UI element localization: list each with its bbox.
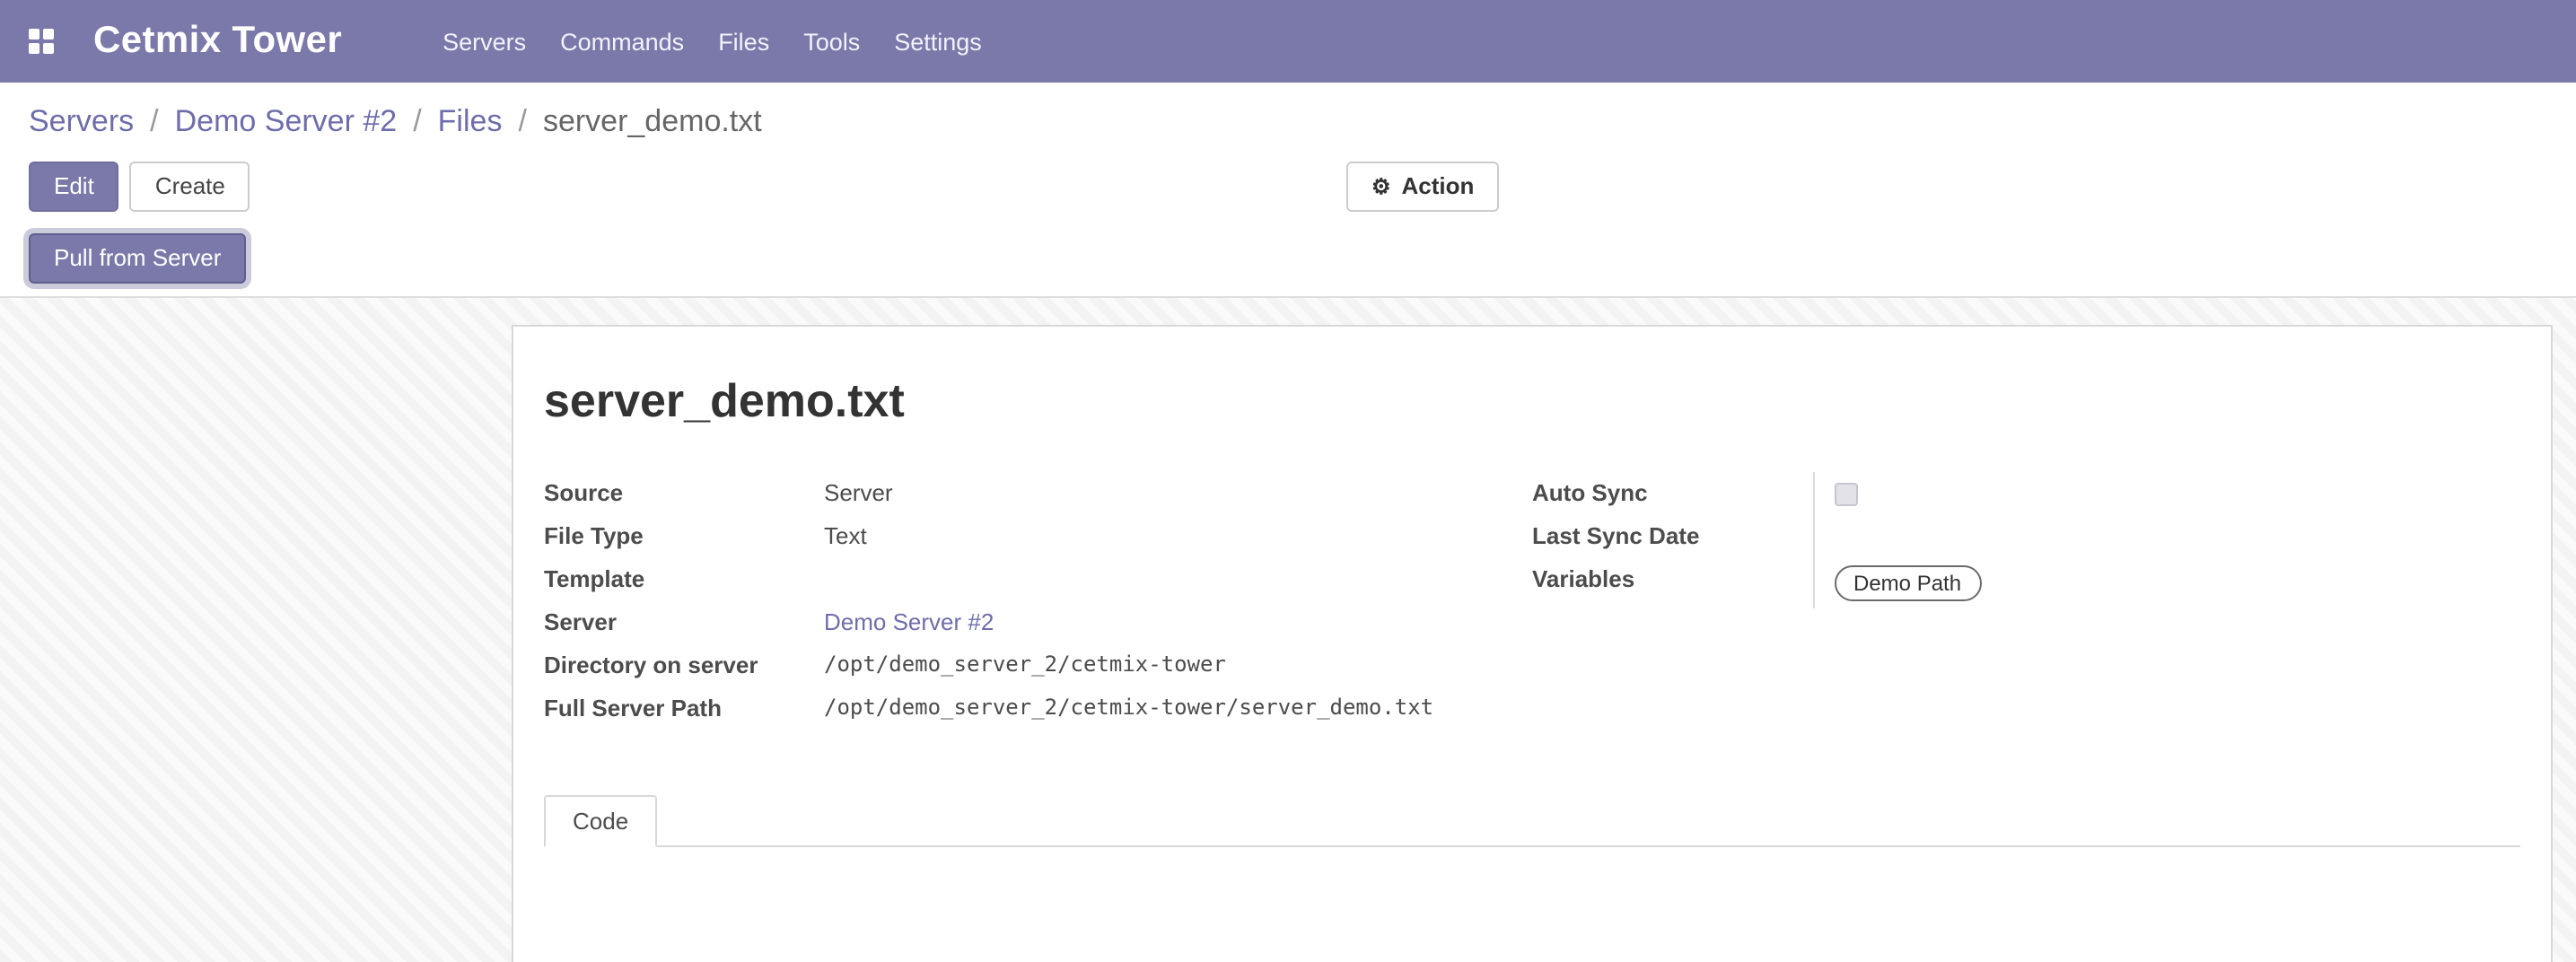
breadcrumb-current: server_demo.txt bbox=[543, 104, 762, 140]
tab-code-content bbox=[544, 847, 2520, 955]
field-value-server: Demo Server #2 bbox=[824, 601, 1532, 644]
breadcrumb-servers[interactable]: Servers bbox=[29, 104, 134, 140]
statusbar: Pull from Server bbox=[0, 221, 2576, 296]
tab-bar: Code bbox=[544, 795, 2520, 847]
field-label-template: Template bbox=[544, 558, 824, 601]
menu-item-files[interactable]: Files bbox=[718, 28, 769, 55]
field-value-file-type: Text bbox=[824, 515, 1532, 558]
apps-grid-square bbox=[43, 29, 54, 39]
field-label-file-type: File Type bbox=[544, 515, 824, 558]
main-menu: Servers Commands Files Tools Settings bbox=[442, 28, 982, 55]
breadcrumb: Servers / Demo Server #2 / Files / serve… bbox=[0, 83, 2576, 162]
field-label-full-path: Full Server Path bbox=[544, 687, 824, 730]
field-value-variables: Demo Path bbox=[1812, 558, 2520, 608]
pull-from-server-button[interactable]: Pull from Server bbox=[29, 233, 246, 284]
form-view-background: server_demo.txt Source Server File Type … bbox=[0, 296, 2576, 962]
field-value-source: Server bbox=[824, 472, 1532, 515]
app-brand[interactable]: Cetmix Tower bbox=[93, 20, 342, 63]
field-label-source: Source bbox=[544, 472, 824, 515]
breadcrumb-demo-server[interactable]: Demo Server #2 bbox=[175, 104, 398, 140]
field-label-server: Server bbox=[544, 601, 824, 644]
breadcrumb-separator: / bbox=[518, 104, 526, 140]
breadcrumb-separator: / bbox=[150, 104, 158, 140]
notebook: Code bbox=[544, 795, 2520, 955]
menu-item-tools[interactable]: Tools bbox=[803, 28, 860, 55]
menu-item-settings[interactable]: Settings bbox=[894, 28, 982, 55]
form-sheet: server_demo.txt Source Server File Type … bbox=[512, 325, 2553, 962]
server-record-link[interactable]: Demo Server #2 bbox=[824, 608, 994, 635]
record-title: server_demo.txt bbox=[544, 373, 2520, 429]
auto-sync-checkbox[interactable] bbox=[1834, 483, 1857, 506]
field-label-auto-sync: Auto Sync bbox=[1532, 472, 1812, 515]
menu-item-commands[interactable]: Commands bbox=[560, 28, 684, 55]
breadcrumb-files[interactable]: Files bbox=[438, 104, 503, 140]
field-groups: Source Server File Type Text Template Se… bbox=[544, 472, 2520, 730]
create-button[interactable]: Create bbox=[130, 162, 250, 212]
field-label-variables: Variables bbox=[1532, 558, 1812, 608]
breadcrumb-separator: / bbox=[413, 104, 421, 140]
apps-grid-icon[interactable] bbox=[29, 29, 54, 54]
app-window: Cetmix Tower Servers Commands Files Tool… bbox=[0, 0, 2576, 962]
field-value-directory: /opt/demo_server_2/cetmix-tower bbox=[824, 644, 1532, 687]
tab-code[interactable]: Code bbox=[544, 795, 657, 847]
variable-tag-demo-path: Demo Path bbox=[1834, 565, 1981, 601]
right-field-group: Auto Sync Last Sync Date Variables Demo … bbox=[1532, 472, 2520, 730]
apps-grid-square bbox=[43, 43, 54, 54]
menu-item-servers[interactable]: Servers bbox=[442, 28, 526, 55]
field-label-last-sync-date: Last Sync Date bbox=[1532, 515, 1812, 558]
apps-grid-square bbox=[29, 43, 39, 54]
field-value-template bbox=[824, 558, 1532, 601]
gear-icon: ⚙ bbox=[1371, 176, 1391, 197]
field-value-full-path: /opt/demo_server_2/cetmix-tower/server_d… bbox=[824, 687, 1532, 730]
top-navbar: Cetmix Tower Servers Commands Files Tool… bbox=[0, 0, 2576, 83]
field-label-directory: Directory on server bbox=[544, 644, 824, 687]
control-panel: Edit Create ⚙ Action bbox=[0, 162, 2576, 221]
action-button-label: Action bbox=[1402, 172, 1475, 201]
field-value-last-sync-date bbox=[1812, 515, 2520, 558]
edit-button[interactable]: Edit bbox=[29, 162, 119, 212]
action-button[interactable]: ⚙ Action bbox=[1346, 162, 1499, 212]
apps-grid-square bbox=[29, 29, 39, 39]
field-value-auto-sync bbox=[1812, 472, 2520, 515]
left-field-group: Source Server File Type Text Template Se… bbox=[544, 472, 1532, 730]
